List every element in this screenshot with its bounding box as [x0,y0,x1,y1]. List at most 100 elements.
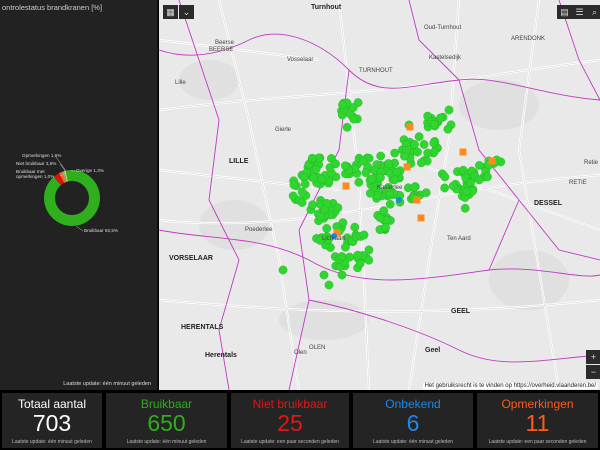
kpi-usable: Bruikbaar 650 Laatste update: één minuut… [106,393,227,448]
hydrant-marker [324,280,334,290]
hydrant-marker [381,223,390,232]
hydrant-marker [443,124,453,134]
hydrant-marker [297,198,307,207]
place-label: TURNHOUT [359,68,393,74]
hydrant-marker [384,159,393,168]
map-area [199,200,269,250]
hydrant-marker [440,172,450,182]
hydrant-marker [348,103,358,112]
kpi-value: 11 [525,410,550,436]
hydrant-marker [289,180,299,190]
hydrant-marker [333,203,343,213]
basemap-icon[interactable]: ▤ [557,5,572,19]
list-icon[interactable]: ☰ [572,5,587,19]
hydrant-marker [460,203,470,213]
place-label: Lille [175,80,186,86]
hydrant-marker [349,114,359,124]
kpi-value: 6 [406,410,420,436]
hydrant-marker [331,159,340,169]
kpi-label: Bruikbaar [140,397,193,411]
hydrant-marker [309,173,319,183]
place-label: Poederlee [245,227,273,233]
map-view[interactable]: Turnhout Oud-Turnhout Beerse BEERSE Voss… [159,0,600,390]
hydrant-marker [385,199,395,209]
hydrant-marker [436,113,445,123]
map-attribution[interactable]: Het gebruiksrecht is te vinden op https:… [422,383,598,389]
pie-label: Bruikbaar 92,5% [84,228,118,233]
kpi-update-text: Laatste update: één minuut geleden [12,439,92,445]
kpi-value: 703 [32,410,72,436]
hydrant-remark-marker [417,214,425,222]
hydrant-marker [308,200,317,210]
chart-panel: ontrolestatus brandkranen [%] Bruikbaar … [0,0,158,390]
filter-icon[interactable]: ⌄ [179,5,194,19]
search-icon[interactable]: ⌕ [587,5,600,19]
kpi-update-text: Laatste update: een paar seconden gelede… [241,439,339,445]
place-label: DESSEL [534,200,563,207]
donut-chart: Bruikbaar 92,5% Niet bruikbaar 3,6% Opmerk… [16,153,118,233]
hydrant-marker [416,158,426,168]
hydrant-marker [278,265,288,275]
hydrant-marker [376,173,385,182]
place-label: LILLE [229,158,249,165]
place-label: Ten Aard [447,236,471,242]
hydrant-marker [410,140,419,149]
map-canvas[interactable] [159,0,600,390]
place-label: GEEL [451,308,471,315]
hydrant-marker [429,119,439,129]
kpi-label: Totaal aantal [17,397,87,411]
hydrant-marker [400,151,409,161]
hydrant-marker [444,105,454,115]
pie-label: Opmerkingen 1,6% [22,153,61,158]
hydrant-marker [364,245,374,255]
grid-icon[interactable]: ▦ [163,5,178,19]
hydrant-marker [440,183,449,193]
map-area [179,60,239,100]
place-label: BEERSE [209,47,234,53]
map-area [279,300,369,340]
hydrant-remark-marker [459,148,467,156]
hydrant-marker [376,151,386,161]
hydrant-marker [317,174,327,184]
hydrant-marker [354,177,364,187]
hydrant-marker [342,122,352,132]
hydrant-remark-marker [406,123,414,131]
zoom-out-button[interactable]: − [586,365,600,379]
hydrant-marker [338,100,347,110]
hydrant-marker [419,140,429,149]
hydrant-marker [322,224,332,233]
hydrant-marker [429,138,439,148]
hydrant-marker [311,164,321,174]
kpi-remarks: Opmerkingen 11 Laatste update: een paar … [477,393,598,448]
place-label: RETIE [569,180,587,186]
place-label: Retie [584,160,599,166]
hydrant-marker [413,147,422,157]
hydrant-marker [390,175,400,185]
place-label: Beerse [215,40,235,46]
kpi-label: Niet bruikbaar [252,397,328,411]
kpi-unknown: Onbekend 6 Laatste update: één minuut ge… [353,393,473,448]
hydrant-marker [474,175,484,185]
hydrant-marker [365,188,375,198]
place-label: Vosselaar [287,57,314,63]
hydrant-marker [358,156,368,166]
hydrant-marker [341,242,350,252]
pie-leader-line [59,163,67,173]
pie-leader-line [75,225,84,232]
place-label: Kasterlee [377,185,403,191]
hydrant-marker [364,255,374,265]
zoom-in-button[interactable]: + [586,350,600,364]
hydrant-marker [307,153,317,163]
hydrant-marker [390,148,400,158]
place-label: VORSELAAR [169,255,213,262]
kpi-value: 25 [277,410,303,436]
hydrant-marker [353,250,363,260]
hydrant-marker [350,222,360,232]
hydrant-marker [448,181,458,191]
kpi-update-text: Laatste update: één minuut geleden [373,439,453,445]
hydrant-marker [409,183,419,193]
hydrant-marker [316,211,325,221]
hydrant-marker [297,187,307,197]
hydrant-remark-marker [342,182,350,190]
hydrant-marker [340,161,350,171]
